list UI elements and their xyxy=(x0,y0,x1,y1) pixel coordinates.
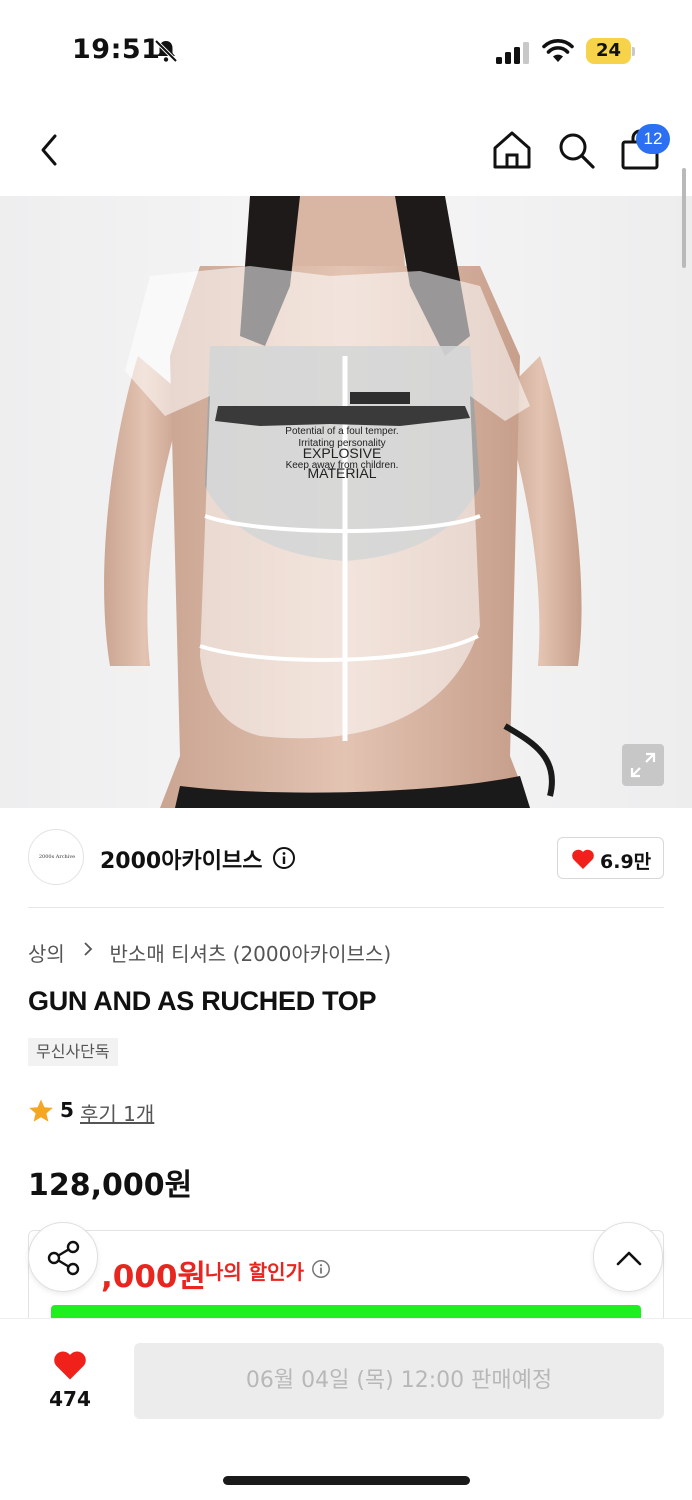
status-time: 19:51 xyxy=(72,34,161,65)
expand-image-button[interactable] xyxy=(622,744,664,786)
breadcrumb-item-subcategory[interactable]: 반소매 티셔츠 (2000아카이브스) xyxy=(110,938,392,967)
brand-name[interactable]: 2000아카이브스 xyxy=(100,843,262,875)
discount-label: 나의 할인가 xyxy=(205,1260,304,1284)
share-icon xyxy=(47,1240,80,1276)
brand-row[interactable]: 2000s Archive 2000아카이브스 6.9만 xyxy=(0,808,692,908)
search-button[interactable] xyxy=(554,128,598,172)
heart-icon xyxy=(54,1351,86,1380)
top-navigation xyxy=(0,110,692,190)
brand-logo-text: 2000s Archive xyxy=(38,854,76,860)
print-headline-1: EXPLOSIVE xyxy=(303,445,382,461)
info-icon[interactable] xyxy=(272,846,296,870)
rating-value: 5 xyxy=(60,1098,74,1122)
wifi-icon xyxy=(542,39,574,62)
discount-price: ,000원 xyxy=(101,1259,207,1295)
share-button[interactable] xyxy=(28,1222,98,1292)
brand-like-button[interactable]: 6.9만 xyxy=(557,837,664,879)
scroll-to-top-button[interactable] xyxy=(593,1222,663,1292)
breadcrumb: 상의 반소매 티셔츠 (2000아카이브스) xyxy=(28,938,391,966)
product-price: 128,000원 xyxy=(28,1168,193,1203)
heart-icon xyxy=(572,849,594,869)
breadcrumb-item-category[interactable]: 상의 xyxy=(28,938,65,967)
home-indicator[interactable] xyxy=(223,1476,470,1485)
bell-off-icon xyxy=(154,39,178,63)
bottom-action-bar: 474 06월 04일 (목) 12:00 판매예정 xyxy=(0,1318,692,1500)
product-photo: Potential of a foul temper. Irritating p… xyxy=(0,196,692,808)
product-like-button[interactable]: 474 xyxy=(30,1347,110,1417)
exclusive-badge: 무신사단독 xyxy=(28,1038,118,1066)
battery-level: 24 xyxy=(595,40,622,61)
product-title: GUN AND AS RUCHED TOP xyxy=(28,986,377,1016)
battery-indicator: 24 xyxy=(586,38,636,64)
review-count-link[interactable]: 후기 1개 xyxy=(80,1098,154,1127)
divider xyxy=(28,907,664,908)
chevron-up-icon xyxy=(616,1251,642,1266)
print-headline-2: MATERIAL xyxy=(308,465,377,481)
expand-icon xyxy=(630,752,656,778)
product-image[interactable]: Potential of a foul temper. Irritating p… xyxy=(0,196,692,808)
back-button[interactable] xyxy=(28,128,72,172)
scrollbar[interactable] xyxy=(682,168,686,268)
chevron-right-icon xyxy=(84,942,93,956)
product-like-count: 474 xyxy=(49,1387,91,1411)
cellular-signal-icon xyxy=(496,42,529,64)
print-line-1: Potential of a foul temper. xyxy=(285,426,398,437)
brand-like-count: 6.9만 xyxy=(600,851,652,873)
battery-cap xyxy=(632,47,635,56)
status-bar: 19:51 24 xyxy=(0,0,692,100)
sale-scheduled-button[interactable]: 06월 04일 (목) 12:00 판매예정 xyxy=(134,1343,664,1419)
brand-logo[interactable]: 2000s Archive xyxy=(28,829,84,885)
star-icon xyxy=(29,1099,53,1122)
info-icon[interactable] xyxy=(311,1259,331,1279)
cart-count-badge: 12 xyxy=(636,124,670,154)
home-button[interactable] xyxy=(490,128,534,172)
